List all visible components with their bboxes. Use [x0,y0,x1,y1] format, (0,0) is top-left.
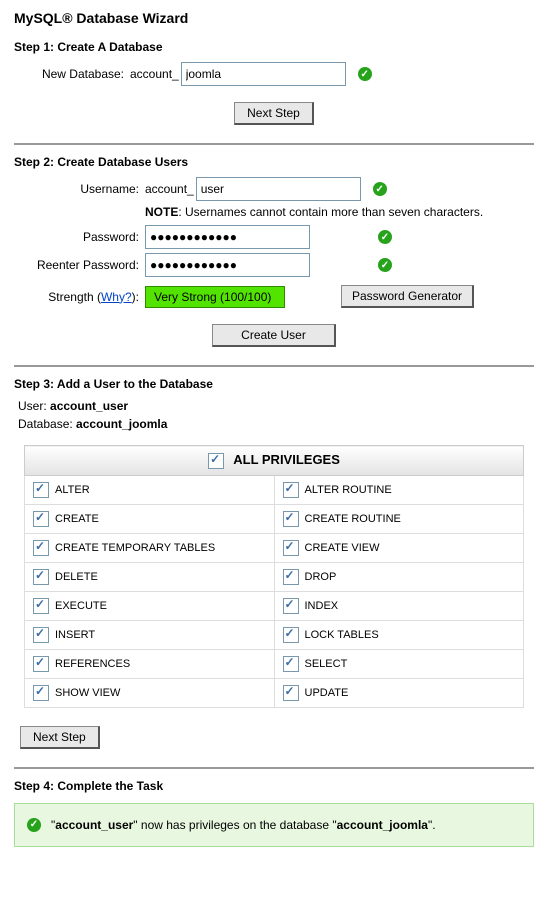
privilege-cell[interactable]: LOCK TABLES [274,620,524,649]
password-generator-button[interactable]: Password Generator [341,285,474,308]
user-info: User: account_user [18,399,534,413]
privilege-label: CREATE ROUTINE [305,512,401,524]
privilege-cell[interactable]: DROP [274,562,524,591]
privilege-checkbox[interactable] [33,482,49,498]
privilege-checkbox[interactable] [283,540,299,556]
privilege-cell[interactable]: EXECUTE [25,591,275,620]
check-icon [27,818,41,832]
privilege-checkbox[interactable] [283,627,299,643]
new-database-label: New Database: [24,67,130,81]
privileges-table: ALL PRIVILEGES ALTER ALTER ROUTINE CREATE C… [24,445,524,708]
privilege-label: DELETE [55,570,98,582]
check-icon [373,182,387,196]
privilege-cell[interactable]: ALTER [25,475,275,504]
create-user-button[interactable]: Create User [212,324,336,347]
privilege-cell[interactable]: CREATE [25,504,275,533]
privilege-label: INSERT [55,628,95,640]
password-strength-indicator: Very Strong (100/100) [145,286,285,308]
privilege-cell[interactable]: CREATE ROUTINE [274,504,524,533]
privilege-label: INDEX [305,599,339,611]
privilege-checkbox[interactable] [33,685,49,701]
privilege-cell[interactable]: REFERENCES [25,649,275,678]
page-title: MySQL® Database Wizard [14,10,534,26]
privilege-checkbox[interactable] [33,511,49,527]
privilege-cell[interactable]: INSERT [25,620,275,649]
privilege-checkbox[interactable] [283,656,299,672]
reenter-password-label: Reenter Password: [14,258,145,272]
privilege-cell[interactable]: SHOW VIEW [25,678,275,707]
check-icon [378,230,392,244]
step1-heading: Step 1: Create A Database [14,40,534,54]
privilege-label: SHOW VIEW [55,686,120,698]
next-step-button[interactable]: Next Step [234,102,314,125]
privilege-checkbox[interactable] [33,540,49,556]
all-privileges-header[interactable]: ALL PRIVILEGES [25,446,524,476]
step2-heading: Step 2: Create Database Users [14,155,534,169]
privilege-checkbox[interactable] [283,511,299,527]
privilege-label: CREATE VIEW [305,541,380,553]
step3-heading: Step 3: Add a User to the Database [14,377,534,391]
username-label: Username: [14,182,145,196]
privilege-checkbox[interactable] [283,482,299,498]
privilege-cell[interactable]: UPDATE [274,678,524,707]
privilege-label: CREATE TEMPORARY TABLES [55,541,215,553]
next-step-button[interactable]: Next Step [20,726,100,749]
privilege-checkbox[interactable] [283,598,299,614]
password-input[interactable] [145,225,310,249]
privilege-cell[interactable]: CREATE VIEW [274,533,524,562]
privilege-label: LOCK TABLES [305,628,379,640]
privilege-label: EXECUTE [55,599,107,611]
privilege-checkbox[interactable] [33,656,49,672]
check-icon [358,67,372,81]
step4-heading: Step 4: Complete the Task [14,779,534,793]
new-database-input[interactable] [181,62,346,86]
privilege-label: CREATE [55,512,99,524]
privilege-cell[interactable]: CREATE TEMPORARY TABLES [25,533,275,562]
privilege-cell[interactable]: SELECT [274,649,524,678]
privilege-label: ALTER ROUTINE [305,483,392,495]
check-icon [378,258,392,272]
success-message: "account_user" now has privileges on the… [14,803,534,847]
privilege-checkbox[interactable] [283,685,299,701]
reenter-password-input[interactable] [145,253,310,277]
privilege-label: UPDATE [305,686,349,698]
username-prefix: account_ [145,182,196,196]
privilege-label: DROP [305,570,337,582]
privilege-checkbox[interactable] [283,569,299,585]
privilege-label: ALTER [55,483,90,495]
privilege-label: SELECT [305,657,348,669]
privilege-cell[interactable]: INDEX [274,591,524,620]
all-privileges-checkbox[interactable] [208,453,224,469]
strength-label: Strength (Why?): [14,290,145,304]
db-prefix: account_ [130,67,181,81]
privilege-checkbox[interactable] [33,569,49,585]
privilege-checkbox[interactable] [33,598,49,614]
privilege-checkbox[interactable] [33,627,49,643]
password-label: Password: [14,230,145,244]
privilege-cell[interactable]: ALTER ROUTINE [274,475,524,504]
strength-why-link[interactable]: Why? [101,290,132,304]
database-info: Database: account_joomla [18,417,534,431]
username-note: NOTE: Usernames cannot contain more than… [145,205,534,219]
privilege-label: REFERENCES [55,657,130,669]
username-input[interactable] [196,177,361,201]
privilege-cell[interactable]: DELETE [25,562,275,591]
